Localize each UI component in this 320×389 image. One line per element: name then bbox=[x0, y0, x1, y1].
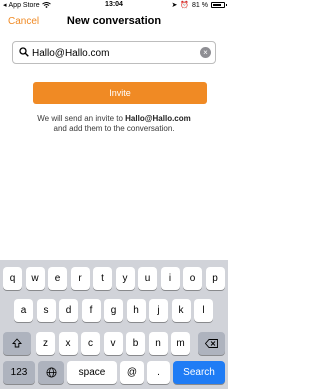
keyboard-key-k[interactable]: k bbox=[171, 299, 191, 322]
keyboard-key-j[interactable]: j bbox=[149, 299, 168, 322]
keyboard-at-key[interactable]: @ bbox=[120, 361, 144, 384]
keyboard-key-b[interactable]: b bbox=[126, 332, 145, 355]
invite-text-email: Hallo@Hallo.com bbox=[125, 114, 191, 123]
keyboard-key-l[interactable]: l bbox=[194, 299, 213, 322]
battery-level bbox=[213, 4, 222, 6]
search-field[interactable]: × bbox=[12, 41, 216, 64]
keyboard-key-a[interactable]: a bbox=[14, 299, 33, 322]
keyboard-search-key[interactable]: Search bbox=[173, 361, 225, 384]
status-right: ➤ ⏰ 81 % bbox=[171, 1, 227, 9]
status-bar: ◂ App Store 13:04 ➤ ⏰ 81 % bbox=[0, 0, 228, 11]
invite-text-prefix: We will send an invite to bbox=[37, 114, 126, 123]
keyboard-key-c[interactable]: c bbox=[81, 332, 100, 355]
keyboard-key-f[interactable]: f bbox=[81, 299, 101, 322]
clear-icon[interactable]: × bbox=[200, 47, 211, 58]
keyboard-key-w[interactable]: w bbox=[25, 267, 45, 290]
keyboard-key-e[interactable]: e bbox=[48, 267, 67, 290]
invite-text-suffix: and add them to the conversation. bbox=[53, 124, 175, 133]
keyboard-key-y[interactable]: y bbox=[115, 267, 135, 290]
keyboard-key-u[interactable]: u bbox=[138, 267, 157, 290]
keyboard-globe-icon[interactable] bbox=[38, 361, 64, 384]
location-icon: ➤ bbox=[171, 2, 178, 9]
battery-percent: 81 % bbox=[192, 1, 208, 9]
battery-icon bbox=[211, 2, 227, 8]
keyboard-key-t[interactable]: t bbox=[93, 267, 112, 290]
keyboard-key-q[interactable]: q bbox=[3, 267, 22, 290]
keyboard-space-key[interactable]: space bbox=[67, 361, 117, 384]
search-icon bbox=[19, 47, 29, 57]
keyboard-delete-icon[interactable] bbox=[198, 332, 225, 355]
invite-description: We will send an invite to Hallo@Hallo.co… bbox=[20, 114, 208, 134]
alarm-icon: ⏰ bbox=[180, 2, 190, 9]
keyboard-key-s[interactable]: s bbox=[36, 299, 56, 322]
keyboard: 123 space @ . Search qwertyuiop asdfghjkl… bbox=[0, 260, 228, 389]
email-input[interactable] bbox=[32, 45, 192, 61]
keyboard-key-r[interactable]: r bbox=[70, 267, 90, 290]
keyboard-key-o[interactable]: o bbox=[183, 267, 202, 290]
page-title: New conversation bbox=[66, 15, 162, 27]
keyboard-key-h[interactable]: h bbox=[126, 299, 146, 322]
keyboard-key-m[interactable]: m bbox=[171, 332, 190, 355]
invite-button[interactable]: Invite bbox=[33, 82, 207, 104]
keyboard-key-v[interactable]: v bbox=[103, 332, 123, 355]
keyboard-numbers-key[interactable]: 123 bbox=[3, 361, 35, 384]
keyboard-dot-key[interactable]: . bbox=[147, 361, 170, 384]
nav-bar: Cancel New conversation bbox=[0, 11, 228, 33]
keyboard-key-x[interactable]: x bbox=[58, 332, 78, 355]
keyboard-key-d[interactable]: d bbox=[59, 299, 78, 322]
keyboard-shift-icon[interactable] bbox=[3, 332, 31, 355]
keyboard-key-i[interactable]: i bbox=[160, 267, 180, 290]
keyboard-key-p[interactable]: p bbox=[205, 267, 225, 290]
keyboard-key-z[interactable]: z bbox=[36, 332, 55, 355]
keyboard-key-n[interactable]: n bbox=[148, 332, 168, 355]
keyboard-key-g[interactable]: g bbox=[104, 299, 123, 322]
